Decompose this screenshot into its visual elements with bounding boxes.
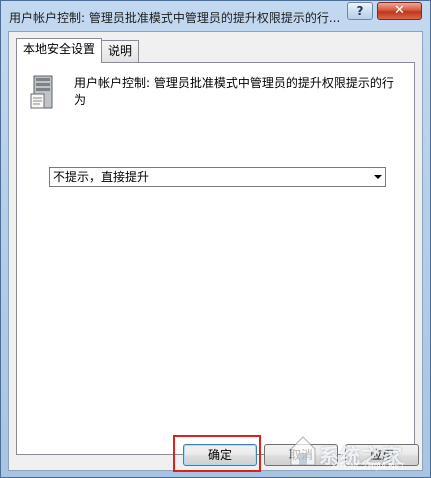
dialog-client-area: 本地安全设置 说明 用户帐户控制: 管理员批准模式中管理员的提升权限提示的行为 … (8, 31, 423, 471)
close-button[interactable]: ✕ (377, 2, 422, 20)
apply-button[interactable]: 应用 (345, 444, 419, 466)
tab-local-security-setting[interactable]: 本地安全设置 (16, 38, 103, 63)
policy-name: 用户帐户控制: 管理员批准模式中管理员的提升权限提示的行为 (74, 76, 394, 107)
server-policy-icon (30, 75, 53, 109)
help-button[interactable]: ? (347, 2, 373, 20)
chevron-down-icon[interactable] (374, 175, 382, 179)
tab-explain[interactable]: 说明 (101, 40, 140, 62)
dialog-window: 用户帐户控制: 管理员批准模式中管理员的提升权限提示的行... ? ✕ 本地安全… (0, 0, 431, 478)
cancel-button[interactable]: 取消 (264, 444, 338, 466)
ok-button[interactable]: 确定 (183, 444, 257, 466)
behavior-dropdown-value: 不提示，直接提升 (53, 170, 150, 184)
title-bar[interactable]: 用户帐户控制: 管理员批准模式中管理员的提升权限提示的行... ? ✕ (1, 1, 430, 31)
behavior-dropdown[interactable]: 不提示，直接提升 (49, 167, 386, 187)
window-title: 用户帐户控制: 管理员批准模式中管理员的提升权限提示的行... (9, 11, 341, 25)
tab-panel: 用户帐户控制: 管理员批准模式中管理员的提升权限提示的行为 不提示，直接提升 (16, 62, 415, 455)
